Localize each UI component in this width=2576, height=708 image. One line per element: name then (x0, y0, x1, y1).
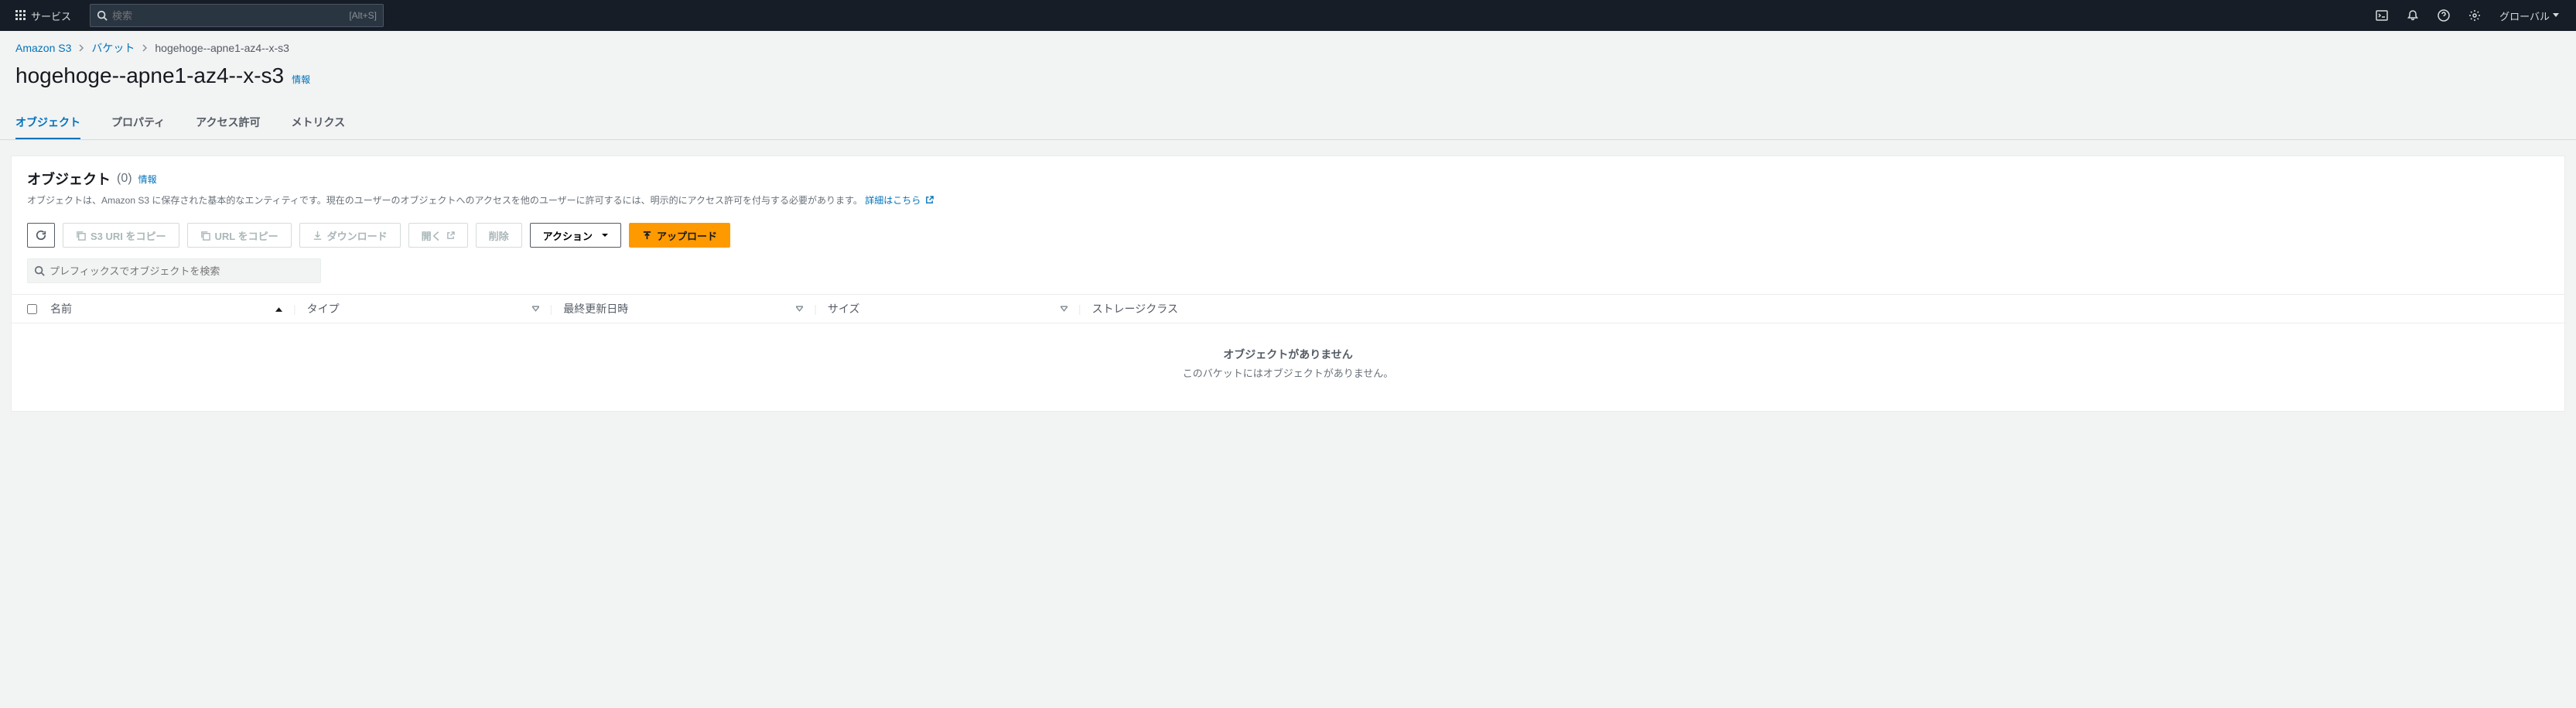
nav-right: グローバル (2368, 2, 2567, 29)
objects-panel: オブジェクト (0) 情報 オブジェクトは、Amazon S3 に保存された基本… (11, 156, 2565, 412)
delete-label: 削除 (489, 228, 509, 243)
copy-s3-uri-button[interactable]: S3 URI をコピー (63, 223, 179, 248)
global-search-input[interactable] (112, 10, 349, 22)
nav-left: サービス [Alt+S] (9, 4, 384, 27)
chevron-right-icon (142, 44, 147, 52)
col-separator: | (293, 303, 296, 315)
copy-icon (200, 231, 210, 241)
settings-button[interactable] (2461, 2, 2489, 29)
region-selector[interactable]: グローバル (2492, 9, 2567, 23)
col-size-label: サイズ (828, 301, 860, 316)
col-name[interactable]: 名前 (50, 301, 282, 316)
panel-info-link[interactable]: 情報 (138, 173, 157, 186)
page-info-link[interactable]: 情報 (292, 73, 310, 86)
col-separator: | (1078, 303, 1081, 315)
grid-icon (15, 10, 26, 21)
region-label: グローバル (2499, 9, 2550, 23)
panel-header: オブジェクト (0) 情報 オブジェクトは、Amazon S3 に保存された基本… (12, 156, 2564, 215)
external-link-icon (446, 231, 455, 240)
copy-icon (76, 231, 86, 241)
upload-button[interactable]: アップロード (629, 223, 730, 248)
search-shortcut-hint: [Alt+S] (349, 10, 377, 21)
panel-title-row: オブジェクト (0) 情報 (27, 169, 2549, 189)
cloudshell-button[interactable] (2368, 2, 2396, 29)
sort-icon (1061, 306, 1068, 313)
refresh-button[interactable] (27, 223, 55, 248)
help-button[interactable] (2430, 2, 2458, 29)
col-modified-label: 最終更新日時 (563, 301, 628, 316)
open-label: 開く (422, 228, 442, 243)
open-button[interactable]: 開く (408, 223, 468, 248)
services-label: サービス (31, 9, 71, 23)
col-modified[interactable]: 最終更新日時 (563, 301, 803, 316)
search-icon (34, 265, 45, 276)
col-size[interactable]: サイズ (828, 301, 1068, 316)
tab-metrics[interactable]: メトリクス (291, 107, 345, 139)
panel-description: オブジェクトは、Amazon S3 に保存された基本的なエンティティです。現在の… (27, 193, 2549, 207)
breadcrumb-current: hogehoge--apne1-az4--x-s3 (155, 42, 289, 54)
sort-asc-icon (275, 306, 282, 313)
table-header: 名前 | タイプ | 最終更新日時 | サイズ | スト (12, 294, 2564, 323)
page-header: hogehoge--apne1-az4--x-s3 情報 (0, 63, 2576, 93)
download-icon (313, 231, 323, 241)
copy-url-label: URL をコピー (215, 228, 278, 243)
chevron-down-icon (2553, 13, 2559, 18)
upload-icon (642, 231, 652, 241)
col-storage-class[interactable]: ストレージクラス (1092, 301, 2549, 316)
breadcrumb: Amazon S3 バケット hogehoge--apne1-az4--x-s3 (0, 31, 2576, 63)
breadcrumb-root[interactable]: Amazon S3 (15, 42, 71, 54)
action-buttons: S3 URI をコピー URL をコピー ダウンロード 開く 削除 アクション (12, 215, 2564, 255)
sort-icon (796, 306, 803, 313)
page-title: hogehoge--apne1-az4--x-s3 (15, 63, 284, 88)
panel-desc-text: オブジェクトは、Amazon S3 に保存された基本的なエンティティです。現在の… (27, 195, 863, 206)
tab-permissions[interactable]: アクセス許可 (196, 107, 260, 139)
actions-dropdown[interactable]: アクション (530, 223, 621, 248)
filter-row (12, 255, 2564, 294)
empty-title: オブジェクトがありません (12, 347, 2564, 362)
select-all-cell (27, 304, 50, 314)
empty-subtitle: このバケットにはオブジェクトがありません。 (12, 365, 2564, 380)
download-button[interactable]: ダウンロード (299, 223, 401, 248)
services-menu-button[interactable]: サービス (9, 5, 77, 26)
col-storage-class-label: ストレージクラス (1092, 301, 1178, 316)
delete-button[interactable]: 削除 (476, 223, 522, 248)
col-type-label: タイプ (307, 301, 340, 316)
prefix-filter-input[interactable] (50, 265, 314, 277)
tab-objects[interactable]: オブジェクト (15, 107, 80, 139)
select-all-checkbox[interactable] (27, 304, 37, 314)
chevron-right-icon (79, 44, 84, 52)
breadcrumb-buckets[interactable]: バケット (91, 40, 135, 56)
download-label: ダウンロード (327, 228, 388, 243)
external-link-icon (922, 195, 933, 206)
upload-label: アップロード (657, 228, 717, 243)
global-nav: サービス [Alt+S] グローバル (0, 0, 2576, 31)
copy-s3-uri-label: S3 URI をコピー (91, 228, 166, 243)
learn-more-link[interactable]: 詳細はこちら (865, 195, 933, 206)
prefix-filter[interactable] (27, 258, 321, 283)
tabs: オブジェクト プロパティ アクセス許可 メトリクス (0, 107, 2576, 140)
search-icon (97, 10, 108, 21)
empty-state: オブジェクトがありません このバケットにはオブジェクトがありません。 (12, 323, 2564, 411)
refresh-icon (36, 230, 46, 241)
sort-icon (532, 306, 539, 313)
panel-count: (0) (117, 172, 132, 186)
global-search[interactable]: [Alt+S] (90, 4, 384, 27)
col-type[interactable]: タイプ (307, 301, 539, 316)
col-name-label: 名前 (50, 301, 72, 316)
copy-url-button[interactable]: URL をコピー (187, 223, 292, 248)
panel-title: オブジェクト (27, 169, 111, 189)
col-separator: | (550, 303, 553, 315)
col-separator: | (814, 303, 817, 315)
notifications-button[interactable] (2399, 2, 2427, 29)
actions-label: アクション (543, 228, 593, 243)
tab-properties[interactable]: プロパティ (111, 107, 165, 139)
